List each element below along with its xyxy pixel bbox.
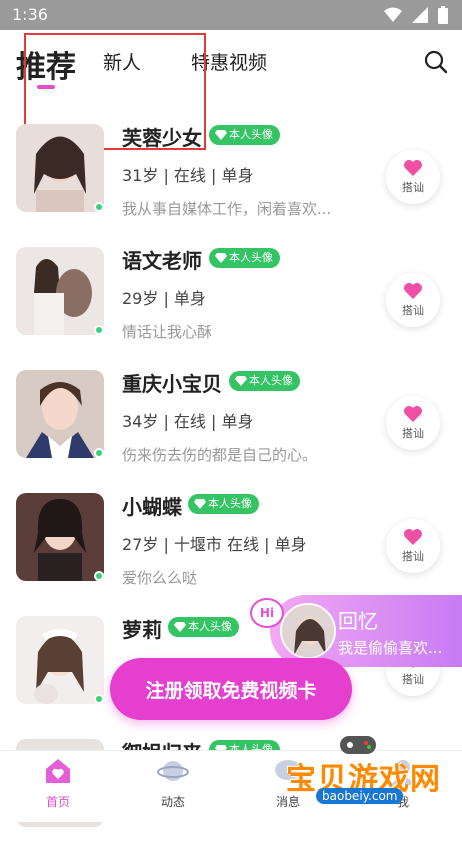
greet-label: 搭讪 [402,427,424,440]
online-indicator [94,571,104,581]
heart-icon [404,283,422,299]
user-meta: 27岁 | 十堰市 在线 | 单身 [122,535,307,554]
avatar[interactable] [16,493,104,581]
nav-feed-label: 动态 [160,795,185,809]
greet-label: 搭讪 [402,550,424,563]
verified-badge: 本人头像 [188,494,259,514]
online-indicator [94,448,104,458]
float-name: 回忆 [338,609,378,633]
float-avatar [280,603,336,659]
list-item[interactable]: 语文老师 本人头像 29岁 | 单身 情话让我心酥 搭讪 [0,233,462,353]
user-name: 芙蓉少女 [122,126,202,150]
heart-icon [404,529,422,545]
planet-icon [157,761,189,781]
badge-label: 本人头像 [229,128,273,141]
floating-chat-card[interactable]: 回忆 我是偷偷喜欢... [270,595,462,667]
user-bio: 爱你么么哒 [122,569,198,587]
badge-label: 本人头像 [249,374,293,387]
status-bar: 1:36 [0,0,462,30]
badge-label: 本人头像 [229,251,273,264]
diamond-icon [194,499,206,509]
online-indicator [94,325,104,335]
user-meta: 31岁 | 在线 | 单身 [122,166,254,185]
gamepad-icon [340,736,376,754]
home-icon [46,759,70,783]
greet-label: 搭讪 [402,673,424,686]
online-indicator [94,694,104,704]
search-icon[interactable] [424,50,448,74]
register-cta-button[interactable]: 注册领取免费视频卡 [110,658,352,720]
tab-discount-videos[interactable]: 特惠视频 [191,48,267,75]
user-bio: 我从事自媒体工作，闲着喜欢... [122,200,332,218]
avatar[interactable] [16,370,104,458]
heart-icon [404,406,422,422]
user-name: 萝莉 [122,618,162,642]
verified-badge: 本人头像 [229,371,300,391]
list-item[interactable]: 小蝴蝶 本人头像 27岁 | 十堰市 在线 | 单身 爱你么么哒 搭讪 [0,479,462,599]
list-item[interactable]: 芙蓉少女 本人头像 31岁 | 在线 | 单身 我从事自媒体工作，闲着喜欢...… [0,110,462,230]
nav-home[interactable]: 首页 [18,755,98,810]
tab-recommend[interactable]: 推荐 [16,42,76,86]
avatar[interactable] [16,247,104,335]
status-icons [384,6,448,24]
online-indicator [94,202,104,212]
wifi-icon [384,7,402,22]
badge-label: 本人头像 [188,620,232,633]
active-tab-indicator [37,85,55,89]
greet-label: 搭讪 [402,181,424,194]
avatar[interactable] [16,616,104,704]
nav-home-label: 首页 [45,795,70,809]
list-item[interactable]: 重庆小宝贝 本人头像 34岁 | 在线 | 单身 伤来伤去伤的都是自己的心。 搭… [0,356,462,476]
diamond-icon [215,253,227,263]
watermark-url: baobeiy.com [316,788,404,804]
user-bio: 情话让我心酥 [122,323,213,341]
top-tab-bar: 推荐 新人 特惠视频 [0,30,462,100]
diamond-icon [174,622,186,632]
user-name: 重庆小宝贝 [122,372,222,396]
nav-feed[interactable]: 动态 [133,755,213,810]
signal-icon [412,7,428,23]
greet-button[interactable]: 搭讪 [386,396,440,450]
avatar[interactable] [16,124,104,212]
user-meta: 34岁 | 在线 | 单身 [122,412,254,431]
status-time: 1:36 [12,5,48,24]
watermark-logo: 宝贝游戏网 baobeiy.com [286,730,462,822]
hi-bubble: Hi [250,598,284,628]
float-message: 我是偷偷喜欢... [338,639,443,657]
greet-button[interactable]: 搭讪 [386,273,440,327]
verified-badge: 本人头像 [168,617,239,637]
user-name: 语文老师 [122,249,202,273]
greet-label: 搭讪 [402,304,424,317]
tab-newcomers[interactable]: 新人 [103,48,141,75]
user-name: 小蝴蝶 [122,495,182,519]
heart-icon [404,160,422,176]
diamond-icon [215,130,227,140]
verified-badge: 本人头像 [209,125,280,145]
battery-icon [438,6,448,24]
greet-button[interactable]: 搭讪 [386,150,440,204]
diamond-icon [235,376,247,386]
greet-button[interactable]: 搭讪 [386,519,440,573]
verified-badge: 本人头像 [209,248,280,268]
user-meta: 29岁 | 单身 [122,289,206,308]
user-bio: 伤来伤去伤的都是自己的心。 [122,446,318,464]
badge-label: 本人头像 [208,497,252,510]
